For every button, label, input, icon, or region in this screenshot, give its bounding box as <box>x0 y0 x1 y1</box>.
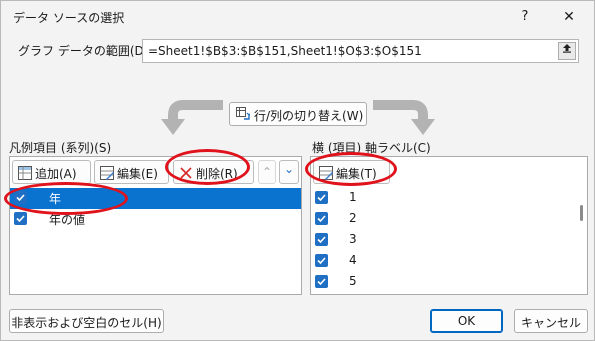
remove-x-icon <box>180 167 192 179</box>
legend-entries-panel: 追加(A) 編集(E) 削除(R) ⌃ ⌄ 年 年の値 <box>9 156 302 295</box>
edit-series-icon <box>100 166 114 180</box>
collapse-dialog-button[interactable] <box>558 42 576 60</box>
checkbox-checked-icon[interactable] <box>315 191 328 204</box>
switch-row-column-icon <box>236 107 250 120</box>
hidden-empty-cells-button[interactable]: 非表示および空白のセル(H) <box>9 309 164 333</box>
switch-row-column-label: 行/列の切り替え(W) <box>254 109 364 123</box>
switch-row-column-button[interactable]: 行/列の切り替え(W) <box>229 102 367 126</box>
list-item[interactable]: 3 <box>311 230 571 251</box>
edit-axis-icon <box>319 166 333 180</box>
list-item-label: 4 <box>349 253 357 267</box>
checkbox-checked-icon[interactable] <box>14 212 27 225</box>
remove-series-button[interactable]: 削除(R) <box>173 160 254 184</box>
title-bar: データ ソースの選択 ? ✕ <box>1 1 594 33</box>
list-item[interactable]: 5 <box>311 272 571 293</box>
move-down-button[interactable]: ⌄ <box>279 160 299 184</box>
checkbox-checked-icon[interactable] <box>315 212 328 225</box>
checkbox-checked-icon[interactable] <box>315 233 328 246</box>
help-button[interactable]: ? <box>514 6 536 28</box>
remove-series-label: 削除(R) <box>196 167 238 181</box>
cancel-label: キャンセル <box>520 316 581 330</box>
axis-labels-panel: 編集(T) 1 2 3 4 5 <box>310 156 588 295</box>
edit-series-label: 編集(E) <box>117 167 158 181</box>
axis-labels-caption: 横 (項目) 軸ラベル(C) <box>312 141 431 155</box>
chevron-down-icon: ⌄ <box>284 162 295 176</box>
edit-series-button[interactable]: 編集(E) <box>94 160 169 184</box>
axis-list-scrollbar[interactable] <box>579 197 585 287</box>
hidden-empty-cells-label: 非表示および空白のセル(H) <box>11 316 162 330</box>
move-up-button[interactable]: ⌃ <box>258 160 276 184</box>
list-item-label: 3 <box>349 232 357 246</box>
list-item[interactable]: 1 <box>311 188 571 209</box>
close-button[interactable]: ✕ <box>558 6 580 28</box>
add-series-button[interactable]: 追加(A) <box>12 160 91 184</box>
select-data-source-dialog: データ ソースの選択 ? ✕ グラフ データの範囲(D): =Sheet1!$B… <box>0 0 595 341</box>
curved-arrow-right-icon <box>373 100 435 135</box>
add-series-label: 追加(A) <box>35 167 77 181</box>
checkbox-checked-icon[interactable] <box>315 275 328 288</box>
list-item[interactable]: 年 <box>10 188 301 209</box>
list-item-label: 年 <box>49 192 62 206</box>
list-item[interactable]: 4 <box>311 251 571 272</box>
edit-axis-labels-button[interactable]: 編集(T) <box>313 160 390 184</box>
checkbox-checked-icon[interactable] <box>14 191 27 204</box>
list-item[interactable]: 2 <box>311 209 571 230</box>
checkbox-checked-icon[interactable] <box>315 254 328 267</box>
data-range-label: グラフ データの範囲(D): <box>18 44 153 58</box>
list-item[interactable]: 年の値 <box>10 209 301 230</box>
list-item-label: 5 <box>349 274 357 288</box>
edit-axis-labels-label: 編集(T) <box>336 167 377 181</box>
scrollbar-thumb[interactable] <box>580 205 583 221</box>
add-series-icon <box>18 166 32 180</box>
data-range-value: =Sheet1!$B$3:$B$151,Sheet1!$O$3:$O$151 <box>148 44 422 58</box>
ok-button[interactable]: OK <box>430 309 503 333</box>
dialog-title: データ ソースの選択 <box>13 11 125 25</box>
list-item-label: 1 <box>349 190 357 204</box>
curved-arrow-left-icon <box>161 100 223 135</box>
list-item-label: 年の値 <box>49 213 86 227</box>
chevron-up-icon: ⌃ <box>262 165 273 179</box>
list-item-label: 2 <box>349 211 357 225</box>
cancel-button[interactable]: キャンセル <box>514 309 588 333</box>
upload-arrow-icon <box>563 44 571 53</box>
ok-label: OK <box>457 314 476 328</box>
legend-entries-caption: 凡例項目 (系列)(S) <box>9 141 112 155</box>
data-range-input[interactable]: =Sheet1!$B$3:$B$151,Sheet1!$O$3:$O$151 <box>142 39 579 63</box>
